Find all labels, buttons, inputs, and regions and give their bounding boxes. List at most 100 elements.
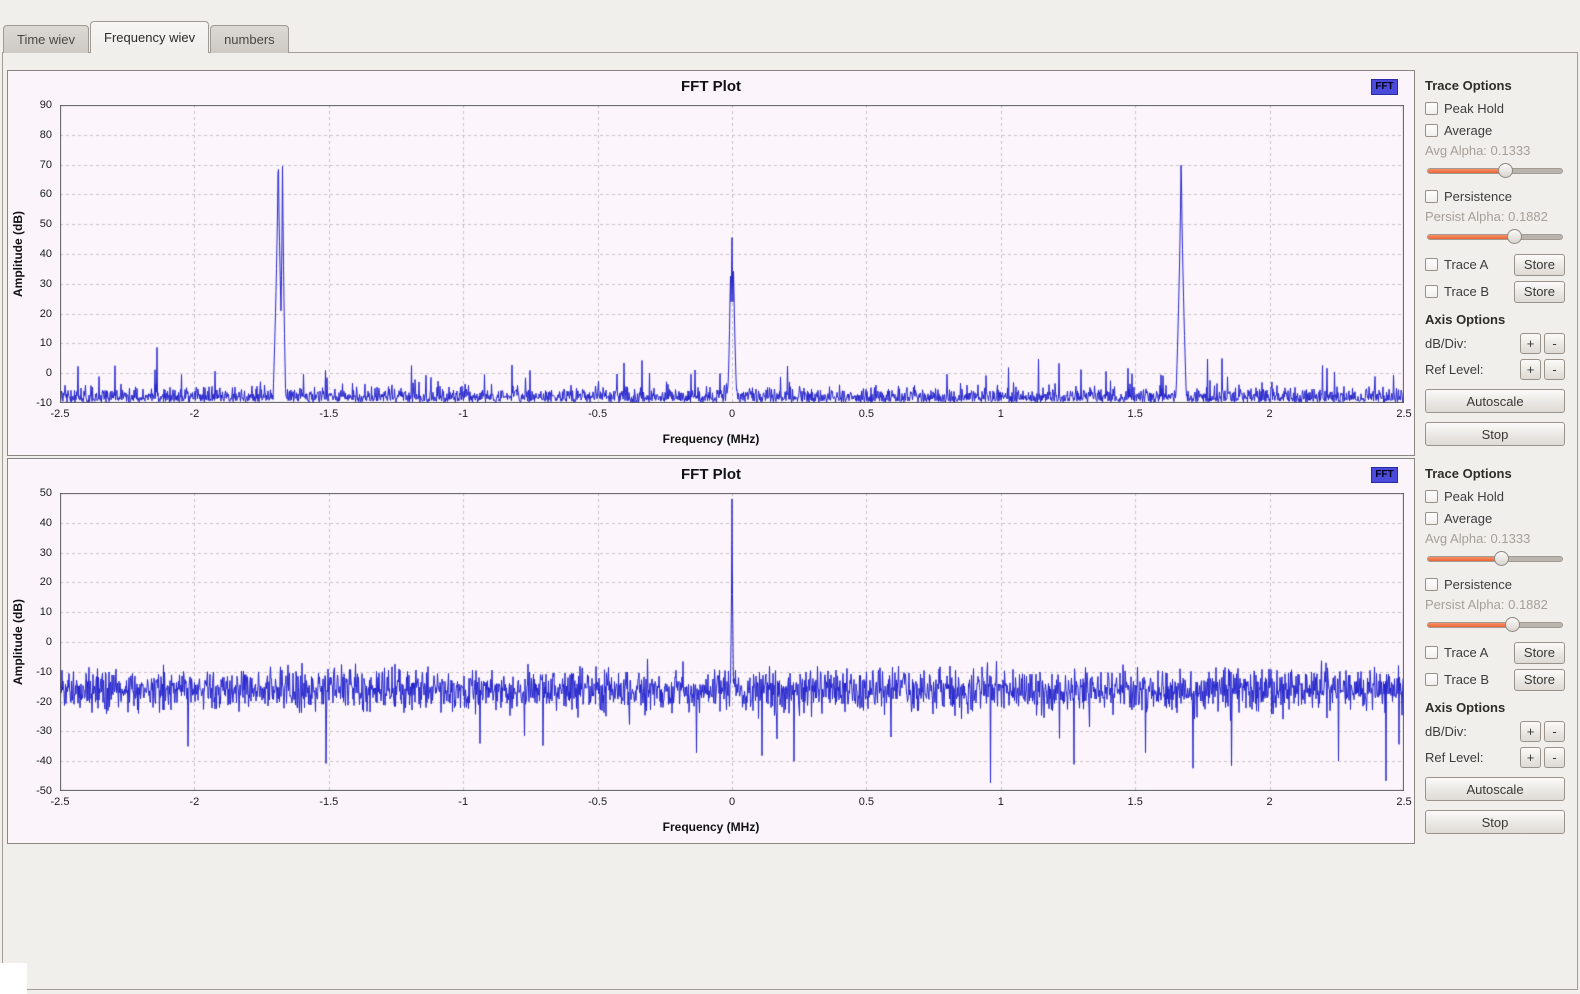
tab-time-view[interactable]: Time wiev (3, 25, 89, 53)
db-div-decrease-button[interactable]: - (1544, 333, 1565, 354)
tab-numbers[interactable]: numbers (210, 25, 289, 53)
x-tick-label: -2 (190, 408, 200, 420)
ref-level-increase-button[interactable]: + (1520, 747, 1541, 768)
persist-alpha-slider[interactable] (1427, 229, 1563, 244)
trace-a-label: Trace A (1444, 257, 1488, 272)
persistence-checkbox[interactable]: Persistence (1425, 575, 1565, 593)
axis-options-heading: Axis Options (1425, 312, 1565, 328)
stop-button[interactable]: Stop (1425, 810, 1565, 834)
trace-a-label: Trace A (1444, 645, 1488, 660)
ref-level-decrease-button[interactable]: - (1544, 747, 1565, 768)
x-tick-label: -1.5 (319, 796, 338, 808)
average-label: Average (1444, 123, 1492, 138)
ref-level-increase-button[interactable]: + (1520, 359, 1541, 380)
autoscale-button[interactable]: Autoscale (1425, 389, 1565, 413)
avg-alpha-slider[interactable] (1427, 163, 1563, 178)
db-div-label: dB/Div: (1425, 336, 1517, 351)
slider-fill (1428, 169, 1506, 173)
notebook-frame: FFT Plot FFT Amplitude (dB) 908070605040… (2, 52, 1578, 990)
slider-track[interactable] (1427, 234, 1563, 240)
avg-alpha-slider[interactable] (1427, 551, 1563, 566)
y-tick-label: 30 (40, 547, 52, 559)
y-axis-ticks: 50403020100-10-20-30-40-50 (22, 493, 56, 791)
ref-level-decrease-button[interactable]: - (1544, 359, 1565, 380)
avg-alpha-label: Avg Alpha: 0.1333 (1425, 531, 1565, 548)
fft-plot-row-2: FFT Plot FFT Amplitude (dB) 50403020100-… (7, 458, 1573, 844)
checkbox-icon[interactable] (1425, 124, 1438, 137)
x-tick-label: 0 (729, 408, 735, 420)
checkbox-icon[interactable] (1425, 673, 1438, 686)
fft-plot-panel-2: FFT Plot FFT Amplitude (dB) 50403020100-… (7, 458, 1415, 844)
trace-b-store-button[interactable]: Store (1514, 281, 1565, 303)
fft-legend-badge[interactable]: FFT (1371, 467, 1398, 483)
x-tick-label: -2.5 (51, 408, 70, 420)
tab-label: numbers (224, 32, 275, 47)
y-tick-label: 30 (40, 278, 52, 290)
ref-level-label: Ref Level: (1425, 362, 1517, 377)
persistence-checkbox[interactable]: Persistence (1425, 187, 1565, 205)
checkbox-icon[interactable] (1425, 490, 1438, 503)
checkbox-icon[interactable] (1425, 102, 1438, 115)
trace-b-checkbox[interactable]: Trace B (1425, 283, 1489, 301)
checkbox-icon[interactable] (1425, 285, 1438, 298)
checkbox-icon[interactable] (1425, 258, 1438, 271)
x-tick-label: 1.5 (1128, 408, 1143, 420)
y-tick-label: 40 (40, 517, 52, 529)
trace-a-checkbox[interactable]: Trace A (1425, 644, 1488, 662)
y-tick-label: 20 (40, 308, 52, 320)
trace-b-row: Trace B Store (1425, 668, 1565, 691)
y-tick-label: -20 (36, 696, 52, 708)
checkbox-icon[interactable] (1425, 646, 1438, 659)
fft-legend-badge[interactable]: FFT (1371, 79, 1398, 95)
fft-canvas[interactable] (60, 105, 1404, 403)
fft-canvas[interactable] (60, 493, 1404, 791)
trace-b-store-button[interactable]: Store (1514, 669, 1565, 691)
axis-options-heading: Axis Options (1425, 700, 1565, 716)
persistence-label: Persistence (1444, 577, 1512, 592)
trace-a-store-button[interactable]: Store (1514, 642, 1565, 664)
slider-handle[interactable] (1494, 551, 1509, 566)
checkbox-icon[interactable] (1425, 512, 1438, 525)
trace-b-row: Trace B Store (1425, 280, 1565, 303)
peak-hold-checkbox[interactable]: Peak Hold (1425, 487, 1565, 505)
slider-handle[interactable] (1498, 163, 1513, 178)
autoscale-button[interactable]: Autoscale (1425, 777, 1565, 801)
checkbox-icon[interactable] (1425, 190, 1438, 203)
y-tick-label: 50 (40, 218, 52, 230)
x-tick-label: -0.5 (588, 796, 607, 808)
x-tick-label: -1 (458, 408, 468, 420)
x-tick-label: 2 (1267, 796, 1273, 808)
trace-a-checkbox[interactable]: Trace A (1425, 256, 1488, 274)
average-checkbox[interactable]: Average (1425, 121, 1565, 139)
average-label: Average (1444, 511, 1492, 526)
slider-handle[interactable] (1505, 617, 1520, 632)
trace-options-heading: Trace Options (1425, 466, 1565, 482)
y-tick-label: -40 (36, 755, 52, 767)
trace-a-row: Trace A Store (1425, 641, 1565, 664)
tab-frequency-view[interactable]: Frequency wiev (90, 21, 209, 53)
stop-button[interactable]: Stop (1425, 422, 1565, 446)
slider-track[interactable] (1427, 168, 1563, 174)
average-checkbox[interactable]: Average (1425, 509, 1565, 527)
db-div-increase-button[interactable]: + (1520, 721, 1541, 742)
control-sidebar-1: Trace Options Peak Hold Average Avg Alph… (1415, 70, 1573, 456)
db-div-label: dB/Div: (1425, 724, 1517, 739)
frequency-axis-label: Frequency (MHz) (8, 820, 1414, 834)
x-tick-label: 1 (998, 796, 1004, 808)
trace-b-checkbox[interactable]: Trace B (1425, 671, 1489, 689)
peak-hold-label: Peak Hold (1444, 101, 1504, 116)
db-div-increase-button[interactable]: + (1520, 333, 1541, 354)
x-tick-label: 2 (1267, 408, 1273, 420)
trace-b-label: Trace B (1444, 672, 1489, 687)
persist-alpha-slider[interactable] (1427, 617, 1563, 632)
slider-track[interactable] (1427, 622, 1563, 628)
checkbox-icon[interactable] (1425, 578, 1438, 591)
slider-handle[interactable] (1507, 229, 1522, 244)
y-tick-label: 80 (40, 129, 52, 141)
trace-a-store-button[interactable]: Store (1514, 254, 1565, 276)
y-tick-label: -10 (36, 666, 52, 678)
db-div-decrease-button[interactable]: - (1544, 721, 1565, 742)
frequency-axis-label: Frequency (MHz) (8, 432, 1414, 446)
peak-hold-checkbox[interactable]: Peak Hold (1425, 99, 1565, 117)
trace-b-label: Trace B (1444, 284, 1489, 299)
